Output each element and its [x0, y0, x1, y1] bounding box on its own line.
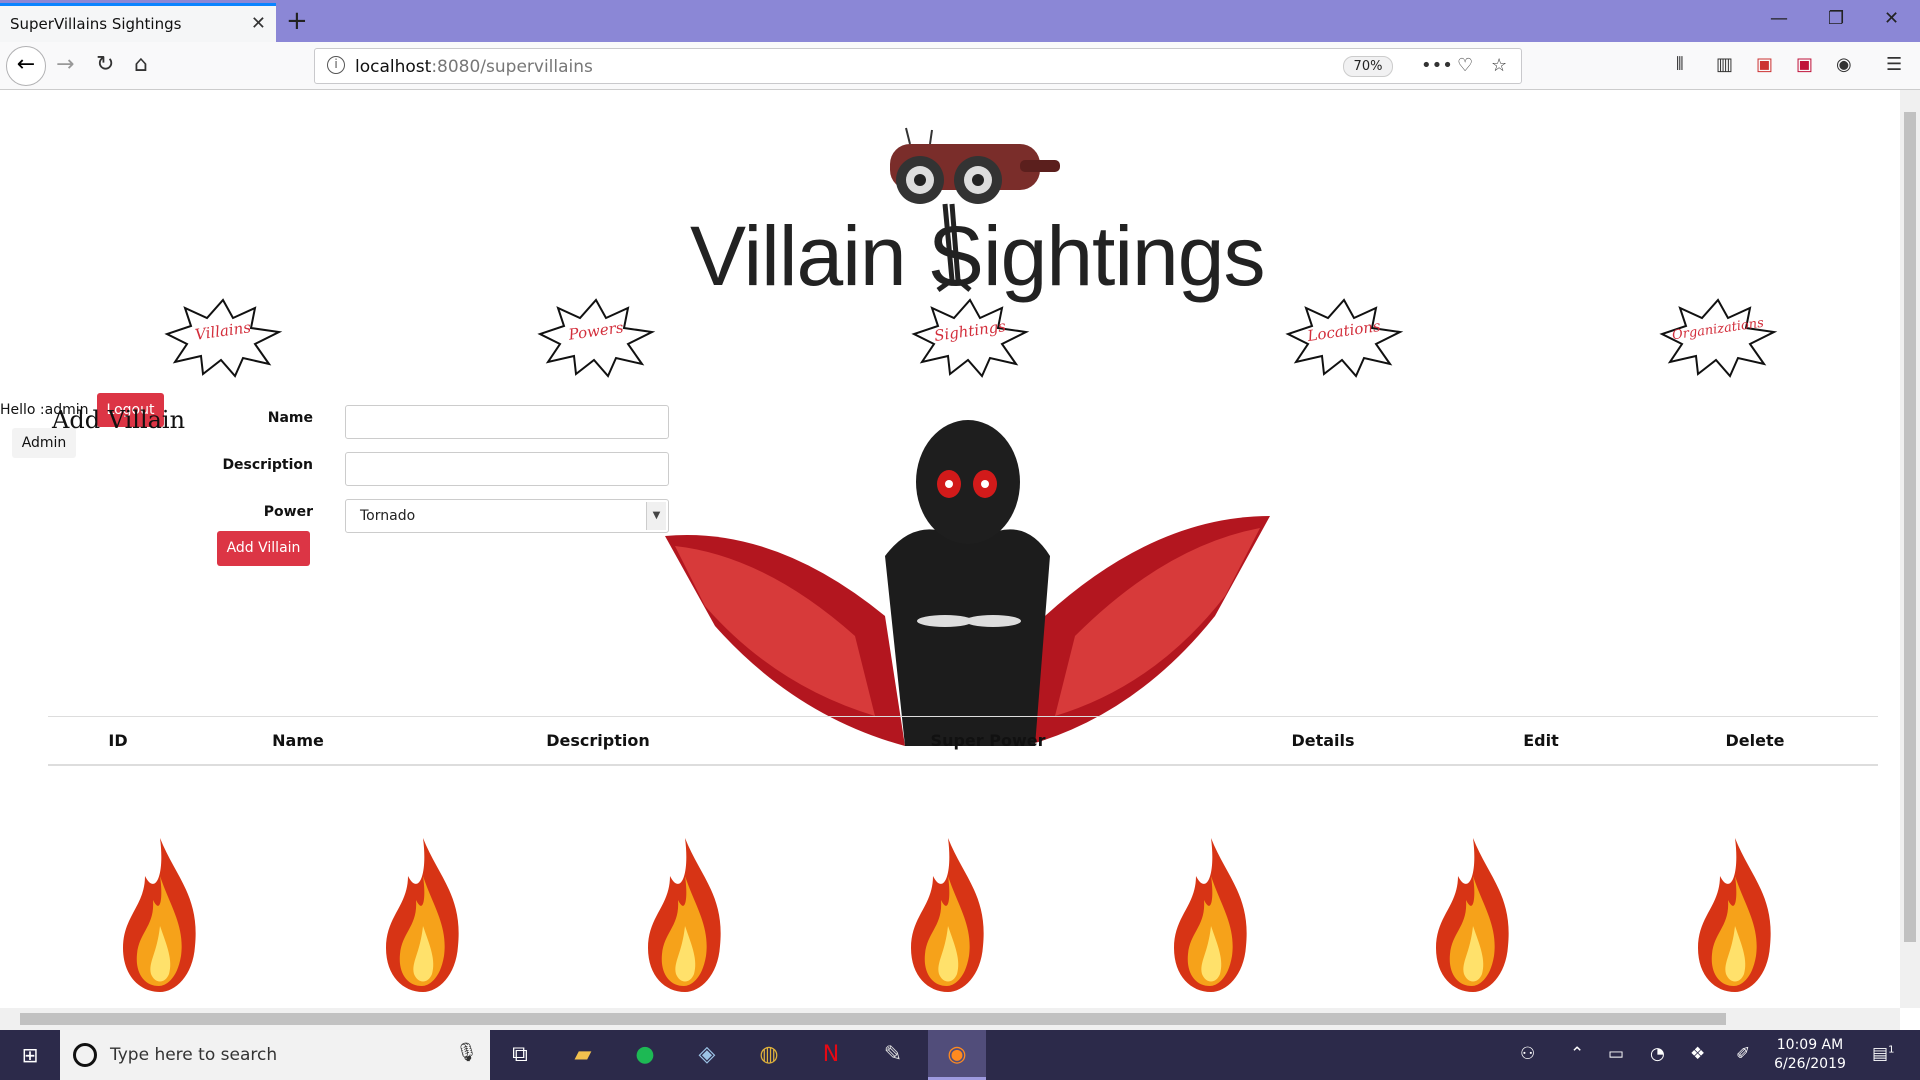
power-label: Power [263, 504, 313, 520]
taskbar-search[interactable]: Type here to search 🎙 [60, 1030, 490, 1080]
dropbox-icon[interactable]: ❖ [1690, 1044, 1705, 1064]
browser-nav-bar: ← → ↻ ⌂ i localhost:8080/supervillains 7… [0, 42, 1920, 90]
firefox-icon[interactable]: ◉ [928, 1030, 986, 1080]
close-tab-icon[interactable]: ✕ [251, 13, 266, 34]
name-input[interactable] [345, 405, 669, 439]
description-label: Description [222, 457, 313, 473]
flame-icon [1174, 838, 1247, 992]
sidebar-icon[interactable]: ▥ [1716, 54, 1733, 75]
table-header-id: ID [108, 731, 128, 750]
forward-arrow-icon[interactable]: → [56, 52, 74, 77]
paint-icon[interactable]: ✎ [868, 1030, 918, 1080]
info-icon[interactable]: i [327, 56, 345, 74]
system-clock[interactable]: 10:09 AM 6/26/2019 [1765, 1036, 1855, 1074]
page-actions-icon[interactable]: ••• [1421, 55, 1453, 76]
villain-table: ID Name Description Super Power Details … [48, 716, 1878, 766]
windows-taskbar: ⊞ Type here to search 🎙 ⧉ ▰ ● ◈ ◍ N ✎ ◉ … [0, 1030, 1920, 1080]
bookmark-star-icon[interactable]: ☆ [1491, 55, 1507, 76]
microphone-icon[interactable]: 🎙 [455, 1042, 478, 1063]
name-label: Name [267, 410, 313, 426]
search-placeholder: Type here to search [110, 1045, 278, 1065]
pocket-icon[interactable]: ♡ [1457, 55, 1473, 76]
nav-powers[interactable]: Powers [536, 298, 656, 378]
spotify-icon[interactable]: ● [620, 1030, 670, 1080]
account-icon[interactable]: ◉ [1836, 54, 1852, 75]
pen-icon[interactable]: ✐ [1736, 1044, 1750, 1064]
minimize-icon[interactable]: — [1770, 8, 1788, 29]
task-view-icon[interactable]: ⧉ [495, 1030, 545, 1080]
windows-start-icon[interactable]: ⊞ [0, 1030, 60, 1080]
form-title: Add Villain [52, 406, 186, 434]
logo-text: Villain Sightings [690, 209, 1265, 303]
nav-sightings[interactable]: Sightings [910, 298, 1030, 378]
url-bar[interactable]: i localhost:8080/supervillains 70% ••• ♡… [314, 48, 1522, 84]
flame-icon [648, 838, 721, 992]
zoom-level[interactable]: 70% [1343, 56, 1393, 77]
description-input[interactable] [345, 452, 669, 486]
cors-extension-icon[interactable]: ▣ [1756, 54, 1773, 75]
url-text: localhost:8080/supervillains [355, 57, 593, 77]
clock-date: 6/26/2019 [1774, 1056, 1846, 1072]
flame-icon [911, 838, 984, 992]
3d-viewer-icon[interactable]: ◈ [682, 1030, 732, 1080]
table-header-details: Details [1291, 731, 1355, 750]
chrome-icon[interactable]: ◍ [744, 1030, 794, 1080]
show-hidden-icons-icon[interactable]: ⌃ [1570, 1044, 1584, 1064]
vertical-scrollbar[interactable] [1900, 90, 1920, 1008]
horizontal-scrollbar[interactable] [0, 1008, 1900, 1030]
clock-time: 10:09 AM [1776, 1037, 1844, 1053]
nav-organizations[interactable]: Organizations [1658, 298, 1778, 378]
library-icon[interactable]: ⫴ [1676, 54, 1684, 75]
flame-icon [123, 838, 196, 992]
window-close-icon[interactable]: ✕ [1884, 8, 1899, 29]
power-select[interactable]: Tornado ▼ [345, 499, 669, 533]
cortana-icon[interactable] [73, 1043, 97, 1067]
page-content: Villain Sightings Villains Powers Sighti… [0, 90, 1900, 1008]
notifications-icon[interactable]: ▤1 [1872, 1044, 1894, 1064]
reload-icon[interactable]: ↻ [96, 52, 114, 77]
flame-icon [1698, 838, 1771, 992]
new-tab-icon[interactable]: + [286, 6, 308, 36]
notification-count: 1 [1888, 1044, 1895, 1056]
table-header-delete: Delete [1725, 731, 1785, 750]
table-header-super-power: Super Power [930, 731, 1046, 750]
add-villain-button[interactable]: Add Villain [217, 531, 310, 566]
table-header-edit: Edit [1523, 731, 1559, 750]
nav-locations[interactable]: Locations [1284, 298, 1404, 378]
browser-tab-bar: SuperVillains Sightings ✕ + — ❐ ✕ [0, 0, 1920, 42]
restore-icon[interactable]: ❐ [1828, 8, 1844, 29]
vertical-scroll-thumb[interactable] [1904, 112, 1916, 942]
tab-title: SuperVillains Sightings [10, 15, 182, 33]
power-selected: Tornado [360, 508, 416, 524]
flame-icon [386, 838, 459, 992]
extension-shield-icon[interactable]: ▣ [1796, 54, 1813, 75]
back-arrow-icon[interactable]: ← [6, 46, 46, 86]
netflix-icon[interactable]: N [806, 1030, 856, 1080]
wifi-icon[interactable]: ◔ [1650, 1044, 1665, 1064]
nav-villains[interactable]: Villains [163, 298, 283, 378]
horizontal-scroll-thumb[interactable] [20, 1013, 1726, 1025]
menu-icon[interactable]: ☰ [1886, 54, 1902, 75]
table-header-description: Description [546, 731, 650, 750]
people-icon[interactable]: ⚇ [1520, 1044, 1535, 1064]
file-explorer-icon[interactable]: ▰ [558, 1030, 608, 1080]
table-header-name: Name [272, 731, 324, 750]
home-icon[interactable]: ⌂ [134, 52, 148, 77]
flame-icon [1436, 838, 1509, 992]
browser-tab[interactable]: SuperVillains Sightings ✕ [0, 3, 276, 42]
battery-icon[interactable]: ▭ [1608, 1044, 1624, 1064]
